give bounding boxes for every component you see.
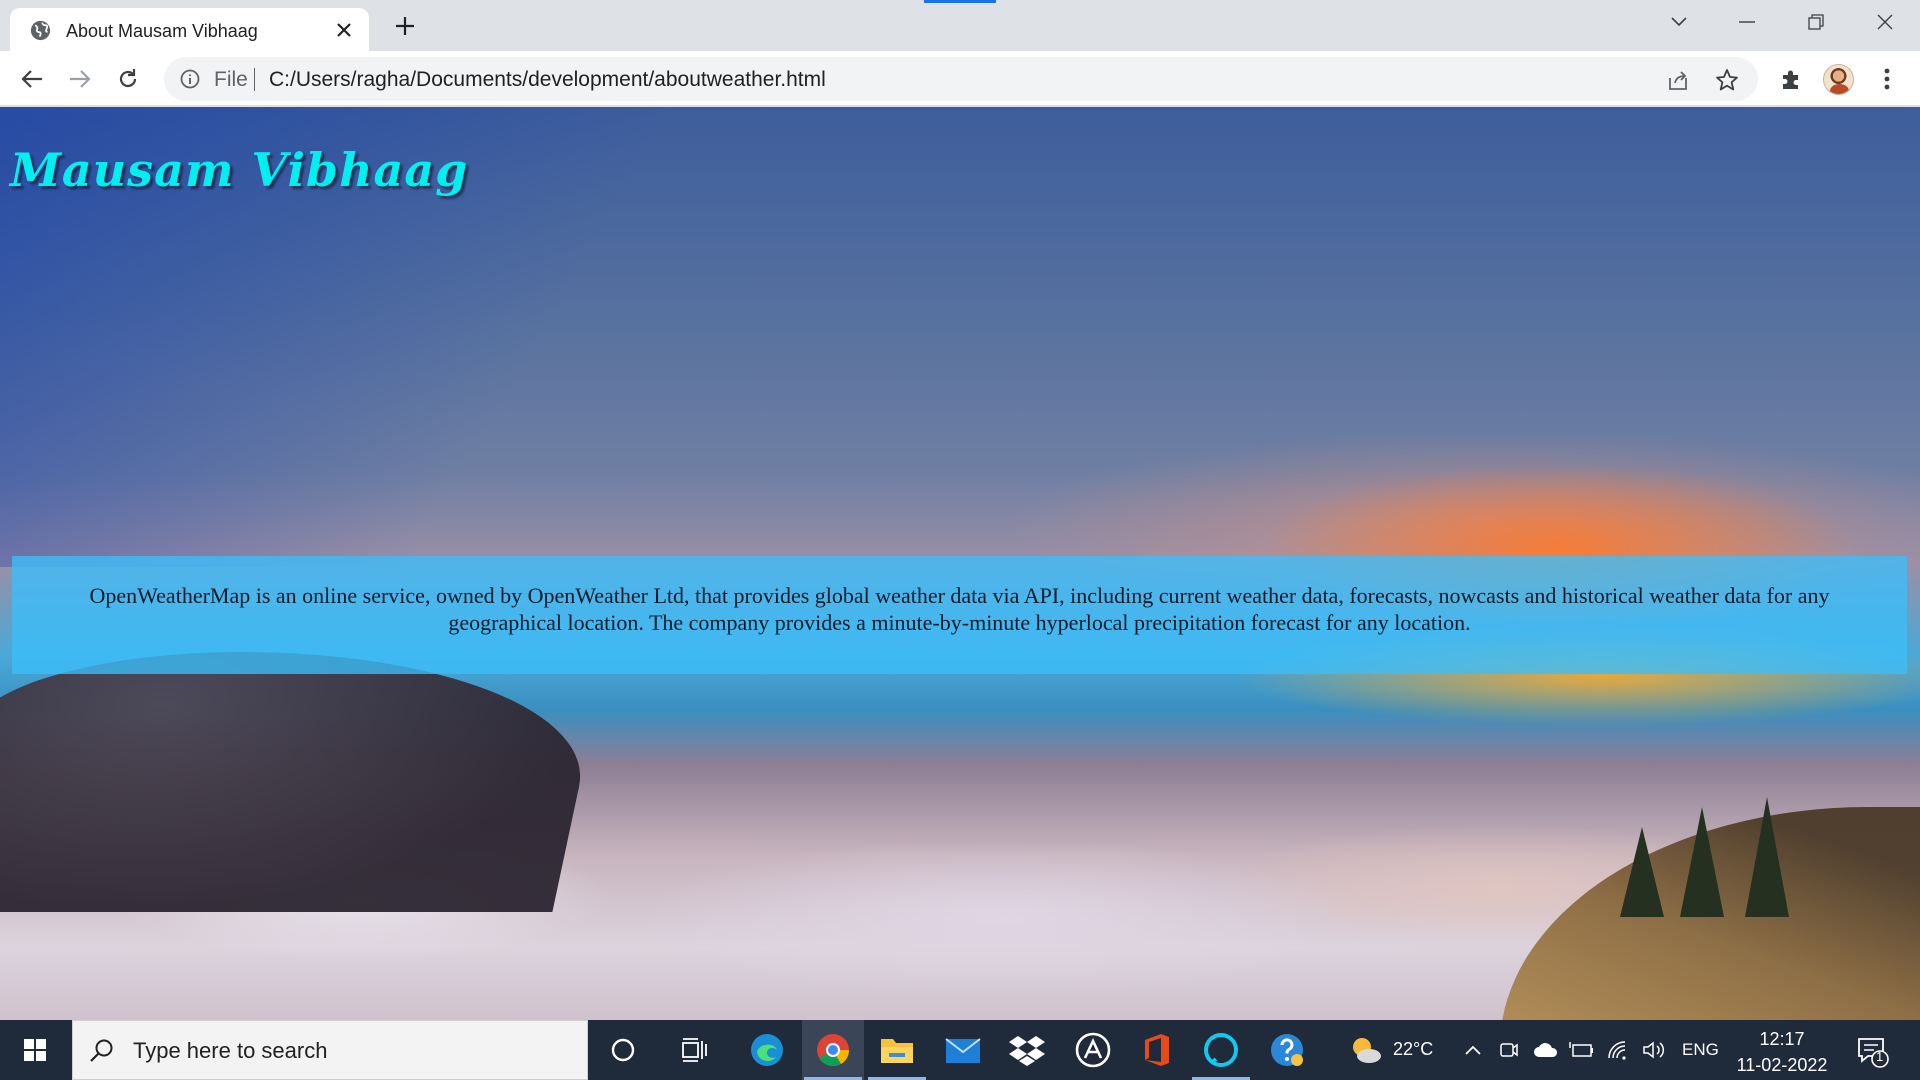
- notification-count: 1: [1876, 1049, 1884, 1064]
- taskbar-search-box[interactable]: Type here to search: [72, 1020, 588, 1080]
- extensions-puzzle-icon[interactable]: [1776, 64, 1806, 94]
- search-placeholder: Type here to search: [133, 1038, 328, 1063]
- site-title: Mausam Vibhaag: [10, 143, 469, 197]
- url-text[interactable]: C:/Users/ragha/Documents/development/abo…: [269, 68, 826, 92]
- language-indicator[interactable]: ENG: [1682, 1040, 1719, 1060]
- tab-strip: About Mausam Vibhaag: [0, 0, 1920, 51]
- chrome-browser-icon[interactable]: [802, 1020, 864, 1080]
- tab-search-chevron-icon[interactable]: [1656, 8, 1702, 36]
- new-tab-icon[interactable]: [390, 13, 420, 39]
- restore-icon[interactable]: [1793, 8, 1839, 36]
- mail-icon[interactable]: [932, 1020, 994, 1080]
- profile-avatar[interactable]: [1823, 64, 1854, 95]
- forward-arrow-icon[interactable]: [64, 63, 96, 95]
- share-icon[interactable]: [1667, 69, 1689, 91]
- background-tree: [1745, 797, 1789, 917]
- dropbox-icon[interactable]: [996, 1020, 1058, 1080]
- file-explorer-icon[interactable]: [866, 1020, 928, 1080]
- background-hill: [0, 652, 608, 912]
- meet-now-icon[interactable]: [1494, 1020, 1524, 1080]
- about-panel: OpenWeatherMap is an online service, own…: [12, 556, 1907, 674]
- back-arrow-icon[interactable]: [16, 63, 48, 95]
- windows-taskbar: Type here to search 22°C ENG 12:17 11-02…: [0, 1020, 1920, 1080]
- wifi-icon[interactable]: [1602, 1020, 1634, 1080]
- reload-icon[interactable]: [112, 63, 144, 95]
- minimize-icon[interactable]: [1724, 8, 1770, 36]
- background-tree: [1620, 827, 1664, 917]
- clock-date: 11-02-2022: [1736, 1055, 1828, 1075]
- browser-tab[interactable]: About Mausam Vibhaag: [10, 8, 369, 51]
- tab-strip-indicator: [924, 0, 996, 3]
- app-launcher-icon[interactable]: [1062, 1020, 1124, 1080]
- edge-browser-icon[interactable]: [736, 1020, 798, 1080]
- notification-center-icon[interactable]: 1: [1856, 1034, 1890, 1068]
- task-view-icon[interactable]: [664, 1020, 726, 1080]
- url-separator: [254, 68, 255, 91]
- close-window-icon[interactable]: [1862, 8, 1908, 36]
- onedrive-cloud-icon[interactable]: [1530, 1020, 1562, 1080]
- weather-temperature[interactable]: 22°C: [1393, 1039, 1433, 1060]
- page-viewport: Mausam Vibhaag OpenWeatherMap is an onli…: [0, 107, 1920, 1020]
- partly-sunny-icon[interactable]: [1346, 1020, 1386, 1080]
- address-bar[interactable]: File C:/Users/ragha/Documents/developmen…: [164, 57, 1758, 101]
- alexa-icon[interactable]: [1190, 1020, 1252, 1080]
- help-icon[interactable]: [1256, 1020, 1318, 1080]
- show-hidden-icons-chevron-icon[interactable]: [1458, 1020, 1488, 1080]
- browser-toolbar: File C:/Users/ragha/Documents/developmen…: [0, 51, 1920, 106]
- tab-title: About Mausam Vibhaag: [66, 21, 258, 41]
- clock-time: 12:17: [1759, 1029, 1805, 1049]
- office-icon[interactable]: [1126, 1020, 1188, 1080]
- background-tree: [1680, 807, 1724, 917]
- bookmark-star-icon[interactable]: [1715, 68, 1739, 92]
- taskbar-clock[interactable]: 12:17 11-02-2022: [1722, 1026, 1842, 1078]
- site-info-icon[interactable]: [180, 69, 200, 89]
- cortana-icon[interactable]: [592, 1020, 654, 1080]
- globe-icon: [30, 20, 51, 41]
- windows-start-icon[interactable]: [0, 1020, 70, 1080]
- volume-icon[interactable]: [1638, 1020, 1670, 1080]
- url-scheme: File: [214, 68, 248, 91]
- menu-kebab-icon[interactable]: [1872, 64, 1902, 94]
- tab-close-icon[interactable]: [334, 20, 354, 40]
- about-text: OpenWeatherMap is an online service, own…: [89, 583, 1830, 635]
- battery-icon[interactable]: [1566, 1020, 1598, 1080]
- search-icon: [90, 1039, 113, 1062]
